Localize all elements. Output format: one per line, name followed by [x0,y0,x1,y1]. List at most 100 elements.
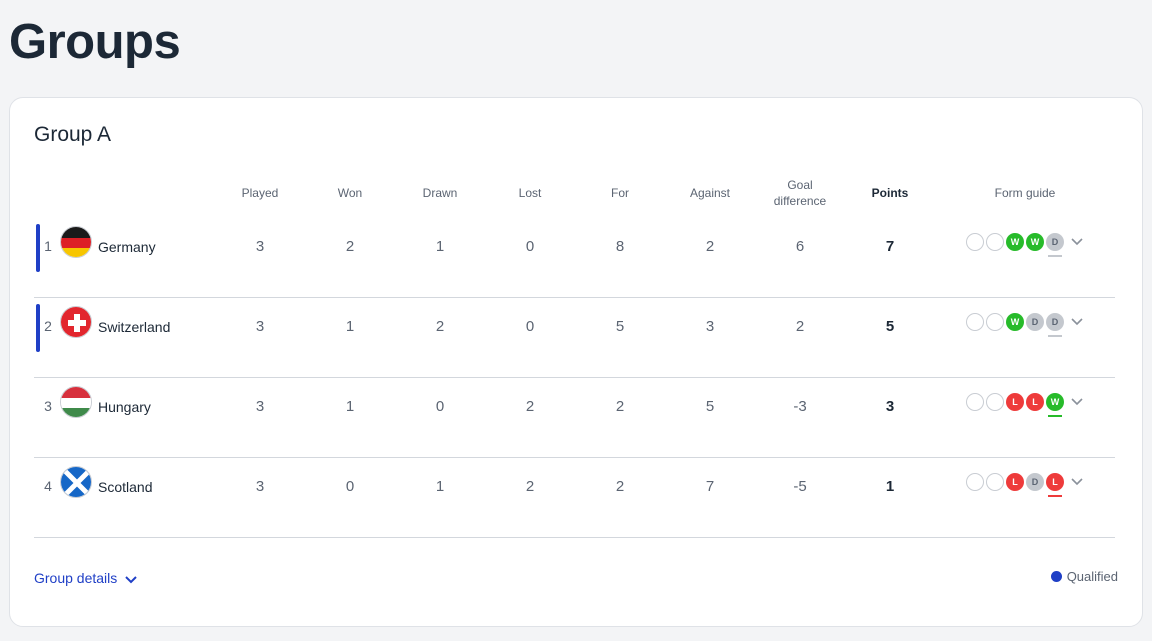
form-result-D: D [1026,473,1044,491]
cell-against: 3 [705,318,715,335]
page-title: Groups [9,15,181,69]
cell-points: 7 [885,238,895,255]
form-result-L: L [1026,393,1044,411]
cell-lost: 2 [525,478,535,495]
cell-against: 5 [705,398,715,415]
legend: Qualified [1050,569,1118,584]
table-row[interactable]: 3 Hungary 3 1 0 2 2 5 -3 3 L L W [34,378,1115,458]
cell-played: 3 [255,398,265,415]
cell-against: 7 [705,478,715,495]
form-empty-icon [986,393,1004,411]
cell-played: 3 [255,318,265,335]
form-result-D: D [1026,313,1044,331]
form-result-W: W [1046,393,1064,417]
cell-won: 2 [345,238,355,255]
form-empty-icon [986,233,1004,251]
latest-result-underline [1048,255,1062,257]
cell-for: 2 [615,398,625,415]
header-goal-difference-line2: difference [773,194,827,208]
form-result-W: W [1006,313,1024,331]
group-details-label: Group details [34,569,118,586]
latest-result-underline [1048,415,1062,417]
table-row[interactable]: 2 Switzerland 3 1 2 0 5 3 2 5 W D D [34,298,1115,378]
chevron-down-icon[interactable] [1070,475,1084,489]
qualified-indicator [36,224,40,272]
form-result-W: W [1026,233,1044,251]
hungary-flag-icon [60,386,92,418]
header-for: For [611,186,629,200]
cell-drawn: 0 [435,398,445,415]
latest-result-underline [1048,495,1062,497]
cell-lost: 0 [525,238,535,255]
form-empty-icon [986,313,1004,331]
cell-for: 2 [615,478,625,495]
cell-gd: -3 [793,398,807,415]
position: 3 [44,398,52,414]
chevron-down-icon[interactable] [1070,395,1084,409]
team-name[interactable]: Hungary [98,399,151,415]
form-result-L: L [1006,393,1024,411]
form-result-L: L [1006,473,1024,491]
form-result-D: D [1046,313,1064,337]
header-against: Against [689,186,731,200]
form-empty-icon [966,313,984,331]
form-result-W: W [1006,233,1024,251]
header-lost: Lost [518,186,542,200]
cell-drawn: 2 [435,318,445,335]
position: 1 [44,238,52,254]
form-result-D: D [1046,233,1064,257]
latest-result-underline [1048,335,1062,337]
group-title: Group A [34,123,112,146]
chevron-down-icon[interactable] [1070,315,1084,329]
cell-drawn: 1 [435,238,445,255]
position: 4 [44,478,52,494]
team-name[interactable]: Switzerland [98,319,170,335]
cell-played: 3 [255,478,265,495]
team-name[interactable]: Scotland [98,479,152,495]
cell-won: 1 [345,398,355,415]
team-name[interactable]: Germany [98,239,156,255]
form-guide: LLW [966,393,1084,417]
form-guide: WDD [966,313,1084,337]
cell-points: 3 [885,398,895,415]
cell-points: 1 [885,478,895,495]
cell-drawn: 1 [435,478,445,495]
header-played: Played [241,186,279,200]
cell-lost: 2 [525,398,535,415]
header-points: Points [871,186,909,200]
cell-played: 3 [255,238,265,255]
chevron-down-icon [125,571,137,587]
cell-points: 5 [885,318,895,335]
legend-qualified-label: Qualified [1066,569,1118,584]
cell-gd: -5 [793,478,807,495]
scotland-flag-icon [60,466,92,498]
form-empty-icon [986,473,1004,491]
header-goal-difference-line1: Goal [787,178,813,192]
header-won: Won [337,186,363,200]
cell-won: 1 [345,318,355,335]
cell-won: 0 [345,478,355,495]
table-row[interactable]: 4 Scotland 3 0 1 2 2 7 -5 1 L D L [34,458,1115,538]
chevron-down-icon[interactable] [1070,235,1084,249]
form-guide: WWD [966,233,1084,257]
form-guide: LDL [966,473,1084,497]
qualified-dot-icon [1050,571,1062,582]
group-details-button[interactable]: Group details [34,568,137,587]
table-row[interactable]: 1 Germany 3 2 1 0 8 2 6 7 W W D [34,218,1115,298]
group-card: Group A Played Won Drawn Lost For Agains… [9,97,1143,627]
switzerland-flag-icon [60,306,92,338]
qualified-indicator [36,304,40,352]
row-divider [34,537,1115,538]
cell-gd: 2 [795,318,805,335]
form-empty-icon [966,233,984,251]
header-drawn: Drawn [422,186,458,200]
form-empty-icon [966,473,984,491]
germany-flag-icon [60,226,92,258]
header-goal-difference: Goal difference [760,176,840,210]
cell-against: 2 [705,238,715,255]
form-result-L: L [1046,473,1064,497]
cell-gd: 6 [795,238,805,255]
cell-lost: 0 [525,318,535,335]
form-empty-icon [966,393,984,411]
position: 2 [44,318,52,334]
